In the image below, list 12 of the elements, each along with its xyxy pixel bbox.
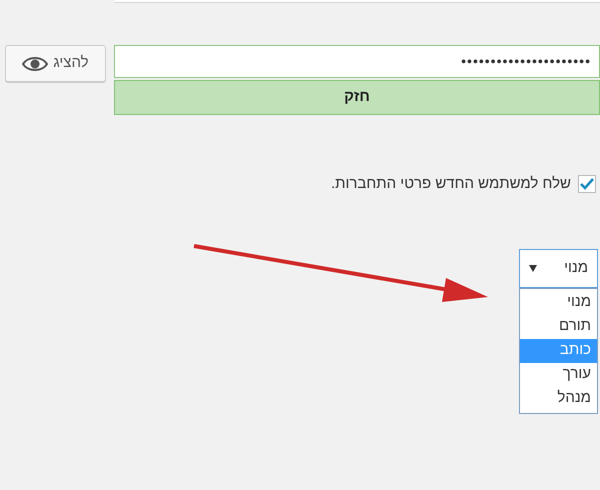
checkbox[interactable] — [578, 175, 596, 194]
dropdown-option[interactable]: עורך — [520, 362, 597, 386]
eye-icon — [22, 56, 48, 72]
dropdown-option[interactable]: מנוי — [520, 290, 597, 314]
caret-icon — [529, 264, 537, 272]
dropdown-option[interactable]: מנהל — [520, 386, 597, 410]
dropdown-option[interactable]: תורם — [520, 314, 597, 338]
show-password-button[interactable]: להציג — [5, 45, 106, 82]
password-strength-meter: חזק — [114, 80, 600, 115]
checkbox-label: שלח למשתמש החדש פרטי התחברות. — [330, 174, 571, 194]
role-dropdown[interactable]: מנוי — [519, 248, 598, 288]
password-field[interactable]: •••••••••••••••••••••• — [114, 45, 600, 78]
